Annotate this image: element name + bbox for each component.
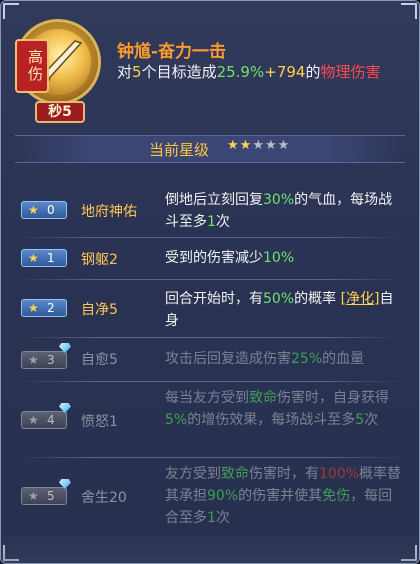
value-part: 1	[207, 510, 216, 526]
passive-description: 回合开始时，有50%的概率 [净化]自身	[165, 288, 405, 332]
purify-link[interactable]: [净化]	[341, 291, 380, 307]
star-icon: ★	[28, 251, 39, 265]
desc-mid: 个目标造成	[141, 63, 217, 81]
value-part: 25%	[291, 351, 323, 367]
text-part: 的增伤效果，每场战斗至多	[187, 412, 356, 428]
skill-cast-badge: 秒5	[35, 101, 85, 123]
value-part: 100%	[319, 466, 360, 482]
passive-description: 每当友方受到致命伤害时，自身获得 5%的增伤效果，每场战斗至多5次	[165, 387, 405, 431]
empty-star-icon: ★★★	[252, 138, 291, 153]
target-count: 5	[132, 63, 142, 81]
text-part: 的概率	[294, 291, 341, 307]
star-level-number: 4	[47, 413, 55, 427]
skill-icon: 高伤 秒5	[9, 15, 107, 123]
text-part: 回合开始时，有	[165, 291, 263, 307]
keyword-part: 致命	[221, 466, 249, 482]
value-part: 5	[355, 412, 365, 428]
row-divider	[17, 457, 403, 458]
passive-name: 自净5	[81, 302, 118, 318]
star-level-number: 3	[47, 353, 55, 367]
corner-ornament	[401, 3, 417, 19]
desc-of: 的	[305, 63, 321, 81]
value-part: 5%	[165, 412, 188, 428]
passive-name: 地府神佑	[81, 204, 137, 220]
damage-percent: 25.9%	[216, 63, 265, 81]
value-part: 30%	[263, 192, 295, 208]
footer-decoration	[1, 529, 419, 563]
keyword-part: 致命	[249, 390, 277, 406]
text-part: 受到的伤害减少	[165, 250, 263, 266]
skill-type-badge: 高伤	[15, 39, 49, 93]
passive-name: 愤怒1	[81, 414, 118, 430]
star-level-badge: ★ 1	[21, 249, 67, 267]
skill-title: 钟馗-奋力一击	[117, 42, 227, 62]
star-icon: ★	[28, 489, 39, 503]
text-part: 每当友方受到	[165, 390, 249, 406]
passive-name: 舍生20	[81, 490, 127, 506]
text-part: 次	[215, 510, 230, 526]
current-star-level-bar: 当前星级 ★★★★★	[15, 135, 405, 163]
passive-description: 友方受到致命伤害时，有100%概率替其承担90%的伤害并使其免伤，每回合至多1次	[165, 463, 405, 529]
star-icon: ★	[28, 203, 39, 217]
keyword-part: 免伤	[322, 488, 351, 504]
value-part: 90%	[207, 488, 239, 504]
star-level-badge: ★ 4	[21, 411, 67, 429]
value-part: 50%	[263, 291, 295, 307]
damage-flat: 794	[276, 63, 306, 81]
text-part: 的伤害并使其	[238, 488, 323, 504]
skill-description: 对5个目标造成25.9%+794的物理伤害	[117, 61, 409, 84]
star-level-badge: ★ 3	[21, 351, 67, 369]
star-level-number: 0	[47, 203, 55, 217]
skill-tooltip-panel: 高伤 秒5 钟馗-奋力一击 对5个目标造成25.9%+794的物理伤害 当前星级…	[0, 0, 420, 564]
filled-star-icon: ★★	[227, 138, 253, 153]
damage-type: 物理伤害	[320, 63, 381, 81]
text-part: 友方受到	[165, 466, 221, 482]
passive-name: 钢躯2	[81, 252, 118, 268]
current-star-level-label: 当前星级	[149, 141, 210, 159]
text-part: 次	[364, 412, 379, 428]
star-icon: ★	[28, 301, 39, 315]
value-part: 10%	[263, 250, 295, 266]
damage-plus: +	[264, 63, 277, 81]
row-divider	[17, 237, 403, 238]
row-divider	[17, 337, 403, 338]
star-level-number: 2	[47, 301, 55, 315]
value-part: 1	[207, 214, 216, 230]
text-part: 次	[215, 214, 230, 230]
row-divider	[17, 381, 403, 382]
passive-description: 攻击后回复造成伤害25%的血量	[165, 348, 405, 370]
desc-prefix: 对	[117, 63, 133, 81]
passive-description: 倒地后立刻回复30%的气血，每场战斗至多1次	[165, 189, 405, 233]
text-part: 的血量	[322, 351, 365, 367]
text-part: 倒地后立刻回复	[165, 192, 263, 208]
text-part: 攻击后回复造成伤害	[165, 351, 291, 367]
star-rating: ★★★★★	[227, 138, 290, 153]
row-divider	[17, 279, 403, 280]
star-level-number: 5	[47, 489, 55, 503]
text-part: 伤害时，有	[249, 466, 319, 482]
star-level-badge: ★ 2	[21, 299, 67, 317]
passive-description: 受到的伤害减少10%	[165, 247, 405, 269]
star-level-badge: ★ 5	[21, 487, 67, 505]
star-level-badge: ★ 0	[21, 201, 67, 219]
star-icon: ★	[28, 353, 39, 367]
star-icon: ★	[28, 413, 39, 427]
star-level-number: 1	[47, 251, 55, 265]
text-part: 伤害时，自身获得	[277, 390, 389, 406]
passive-name: 自愈5	[81, 352, 118, 368]
